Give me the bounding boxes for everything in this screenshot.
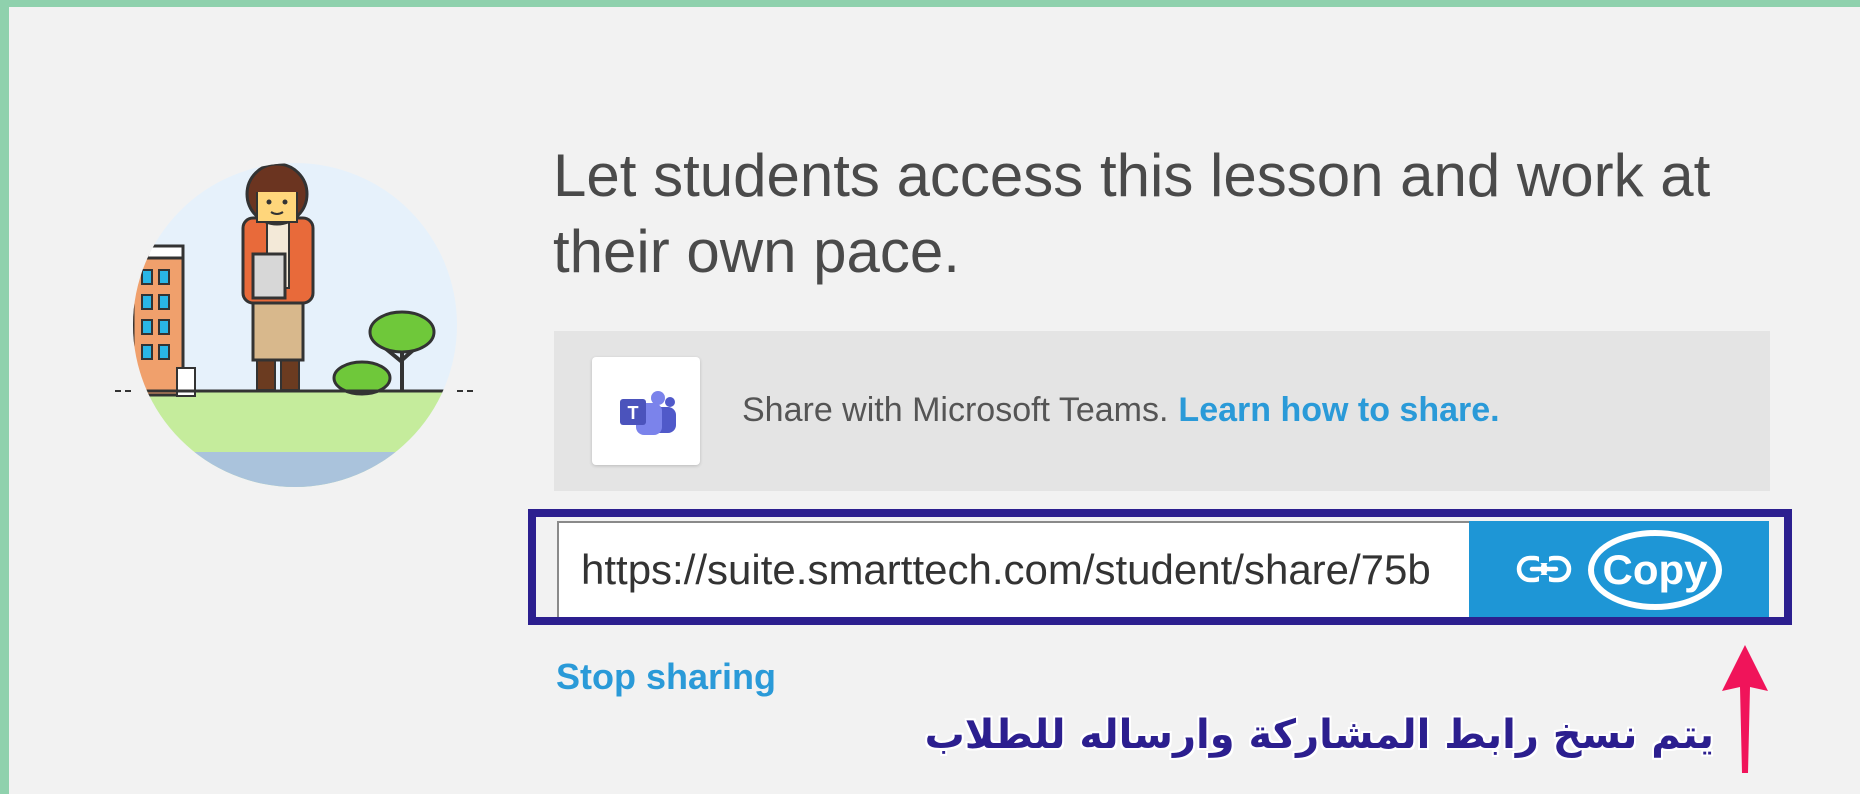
annotation-text: يتم نسخ رابط المشاركة وارساله للطلاب <box>924 712 1714 758</box>
stop-sharing-link[interactable]: Stop sharing <box>556 656 776 698</box>
annotation-highlight-frame <box>528 509 1792 625</box>
teams-share-label: Share with Microsoft Teams. <box>742 391 1169 429</box>
share-heading: Let students access this lesson and work… <box>553 142 1711 285</box>
learn-how-to-share-link[interactable]: Learn how to share. <box>1178 391 1499 429</box>
student-illustration <box>115 160 475 490</box>
arrow-up-icon <box>1720 645 1770 773</box>
teams-share-text: Share with Microsoft Teams. Learn how to … <box>742 391 1500 430</box>
microsoft-teams-logo-icon[interactable]: T <box>592 357 700 465</box>
teams-share-box: T Share with Microsoft Teams. Learn how t… <box>554 331 1770 491</box>
svg-text:T: T <box>628 403 639 423</box>
